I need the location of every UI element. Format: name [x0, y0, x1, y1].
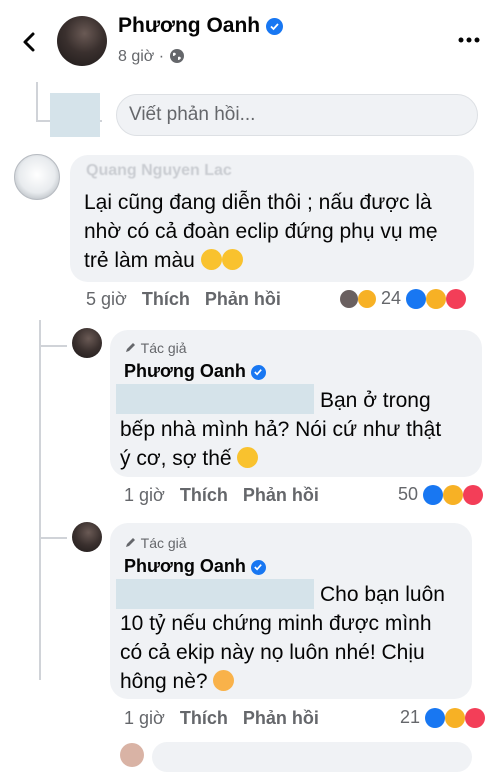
smiling-hearts-icon	[213, 670, 235, 691]
like-icon	[425, 708, 446, 729]
haha-icon	[358, 290, 376, 309]
reply-text: Bạn ở trong bếp nhà mình hả? Nói cứ như …	[120, 389, 442, 470]
laughing-emoji-icon	[221, 249, 243, 270]
reply-text: Cho bạn luôn 10 tỷ nếu chứng minh được m…	[120, 583, 445, 693]
love-icon	[446, 289, 467, 310]
verified-icon	[265, 17, 283, 35]
avatar[interactable]	[57, 16, 107, 66]
globe-icon	[169, 49, 184, 63]
post-meta: 8 giờ ·	[118, 48, 185, 66]
reply-author-name[interactable]: Phương Oanh	[124, 556, 266, 577]
avatar[interactable]	[14, 154, 60, 200]
love-icon	[465, 708, 486, 729]
avatar[interactable]	[72, 328, 102, 358]
avatar	[340, 290, 358, 309]
verified-icon	[250, 364, 266, 380]
reply-bubble	[152, 742, 472, 772]
reply-input[interactable]: Viết phản hồi...	[116, 94, 478, 136]
thread-line	[36, 82, 38, 122]
reaction-summary[interactable]: 24	[340, 288, 467, 310]
author-tag: Tác giả	[124, 340, 187, 356]
laughing-emoji-icon	[237, 447, 259, 468]
thread-line	[39, 537, 67, 539]
haha-icon	[445, 708, 466, 729]
haha-icon	[443, 485, 464, 506]
more-icon[interactable]	[458, 36, 480, 44]
love-icon	[463, 485, 484, 506]
commenter-name[interactable]: Quang Nguyen Lac	[86, 162, 232, 180]
like-icon	[423, 485, 444, 506]
reaction-summary[interactable]: 21	[400, 707, 486, 729]
comment-text: Lại cũng đang diễn thôi ; nấu được là nh…	[84, 191, 438, 272]
verified-icon	[250, 559, 266, 575]
avatar[interactable]	[120, 743, 144, 767]
laughing-emoji-icon	[200, 249, 222, 270]
comment-actions: 5 giờ Thích Phản hồi	[86, 289, 281, 309]
pencil-icon	[126, 538, 135, 547]
reply-button[interactable]: Phản hồi	[205, 289, 281, 309]
like-button[interactable]: Thích	[180, 485, 228, 505]
reply-button[interactable]: Phản hồi	[243, 708, 319, 728]
avatar[interactable]	[72, 522, 102, 552]
reply-actions: 1 giờ Thích Phản hồi	[124, 485, 319, 505]
pencil-icon	[126, 343, 135, 352]
thread-line	[39, 320, 41, 680]
reaction-summary[interactable]: 50	[398, 484, 484, 506]
post-header: Phương Oanh 8 giờ ·	[0, 0, 500, 82]
back-arrow-icon[interactable]	[18, 30, 42, 54]
haha-icon	[426, 289, 447, 310]
like-button[interactable]: Thích	[180, 708, 228, 728]
post-author-name[interactable]: Phương Oanh	[118, 14, 283, 38]
reply-author-name[interactable]: Phương Oanh	[124, 361, 266, 382]
like-icon	[406, 289, 427, 310]
reply-button[interactable]: Phản hồi	[243, 485, 319, 505]
thread-line	[39, 345, 67, 347]
author-tag: Tác giả	[124, 535, 187, 551]
redacted-avatar	[50, 93, 100, 137]
like-button[interactable]: Thích	[142, 289, 190, 309]
reply-actions: 1 giờ Thích Phản hồi	[124, 708, 319, 728]
